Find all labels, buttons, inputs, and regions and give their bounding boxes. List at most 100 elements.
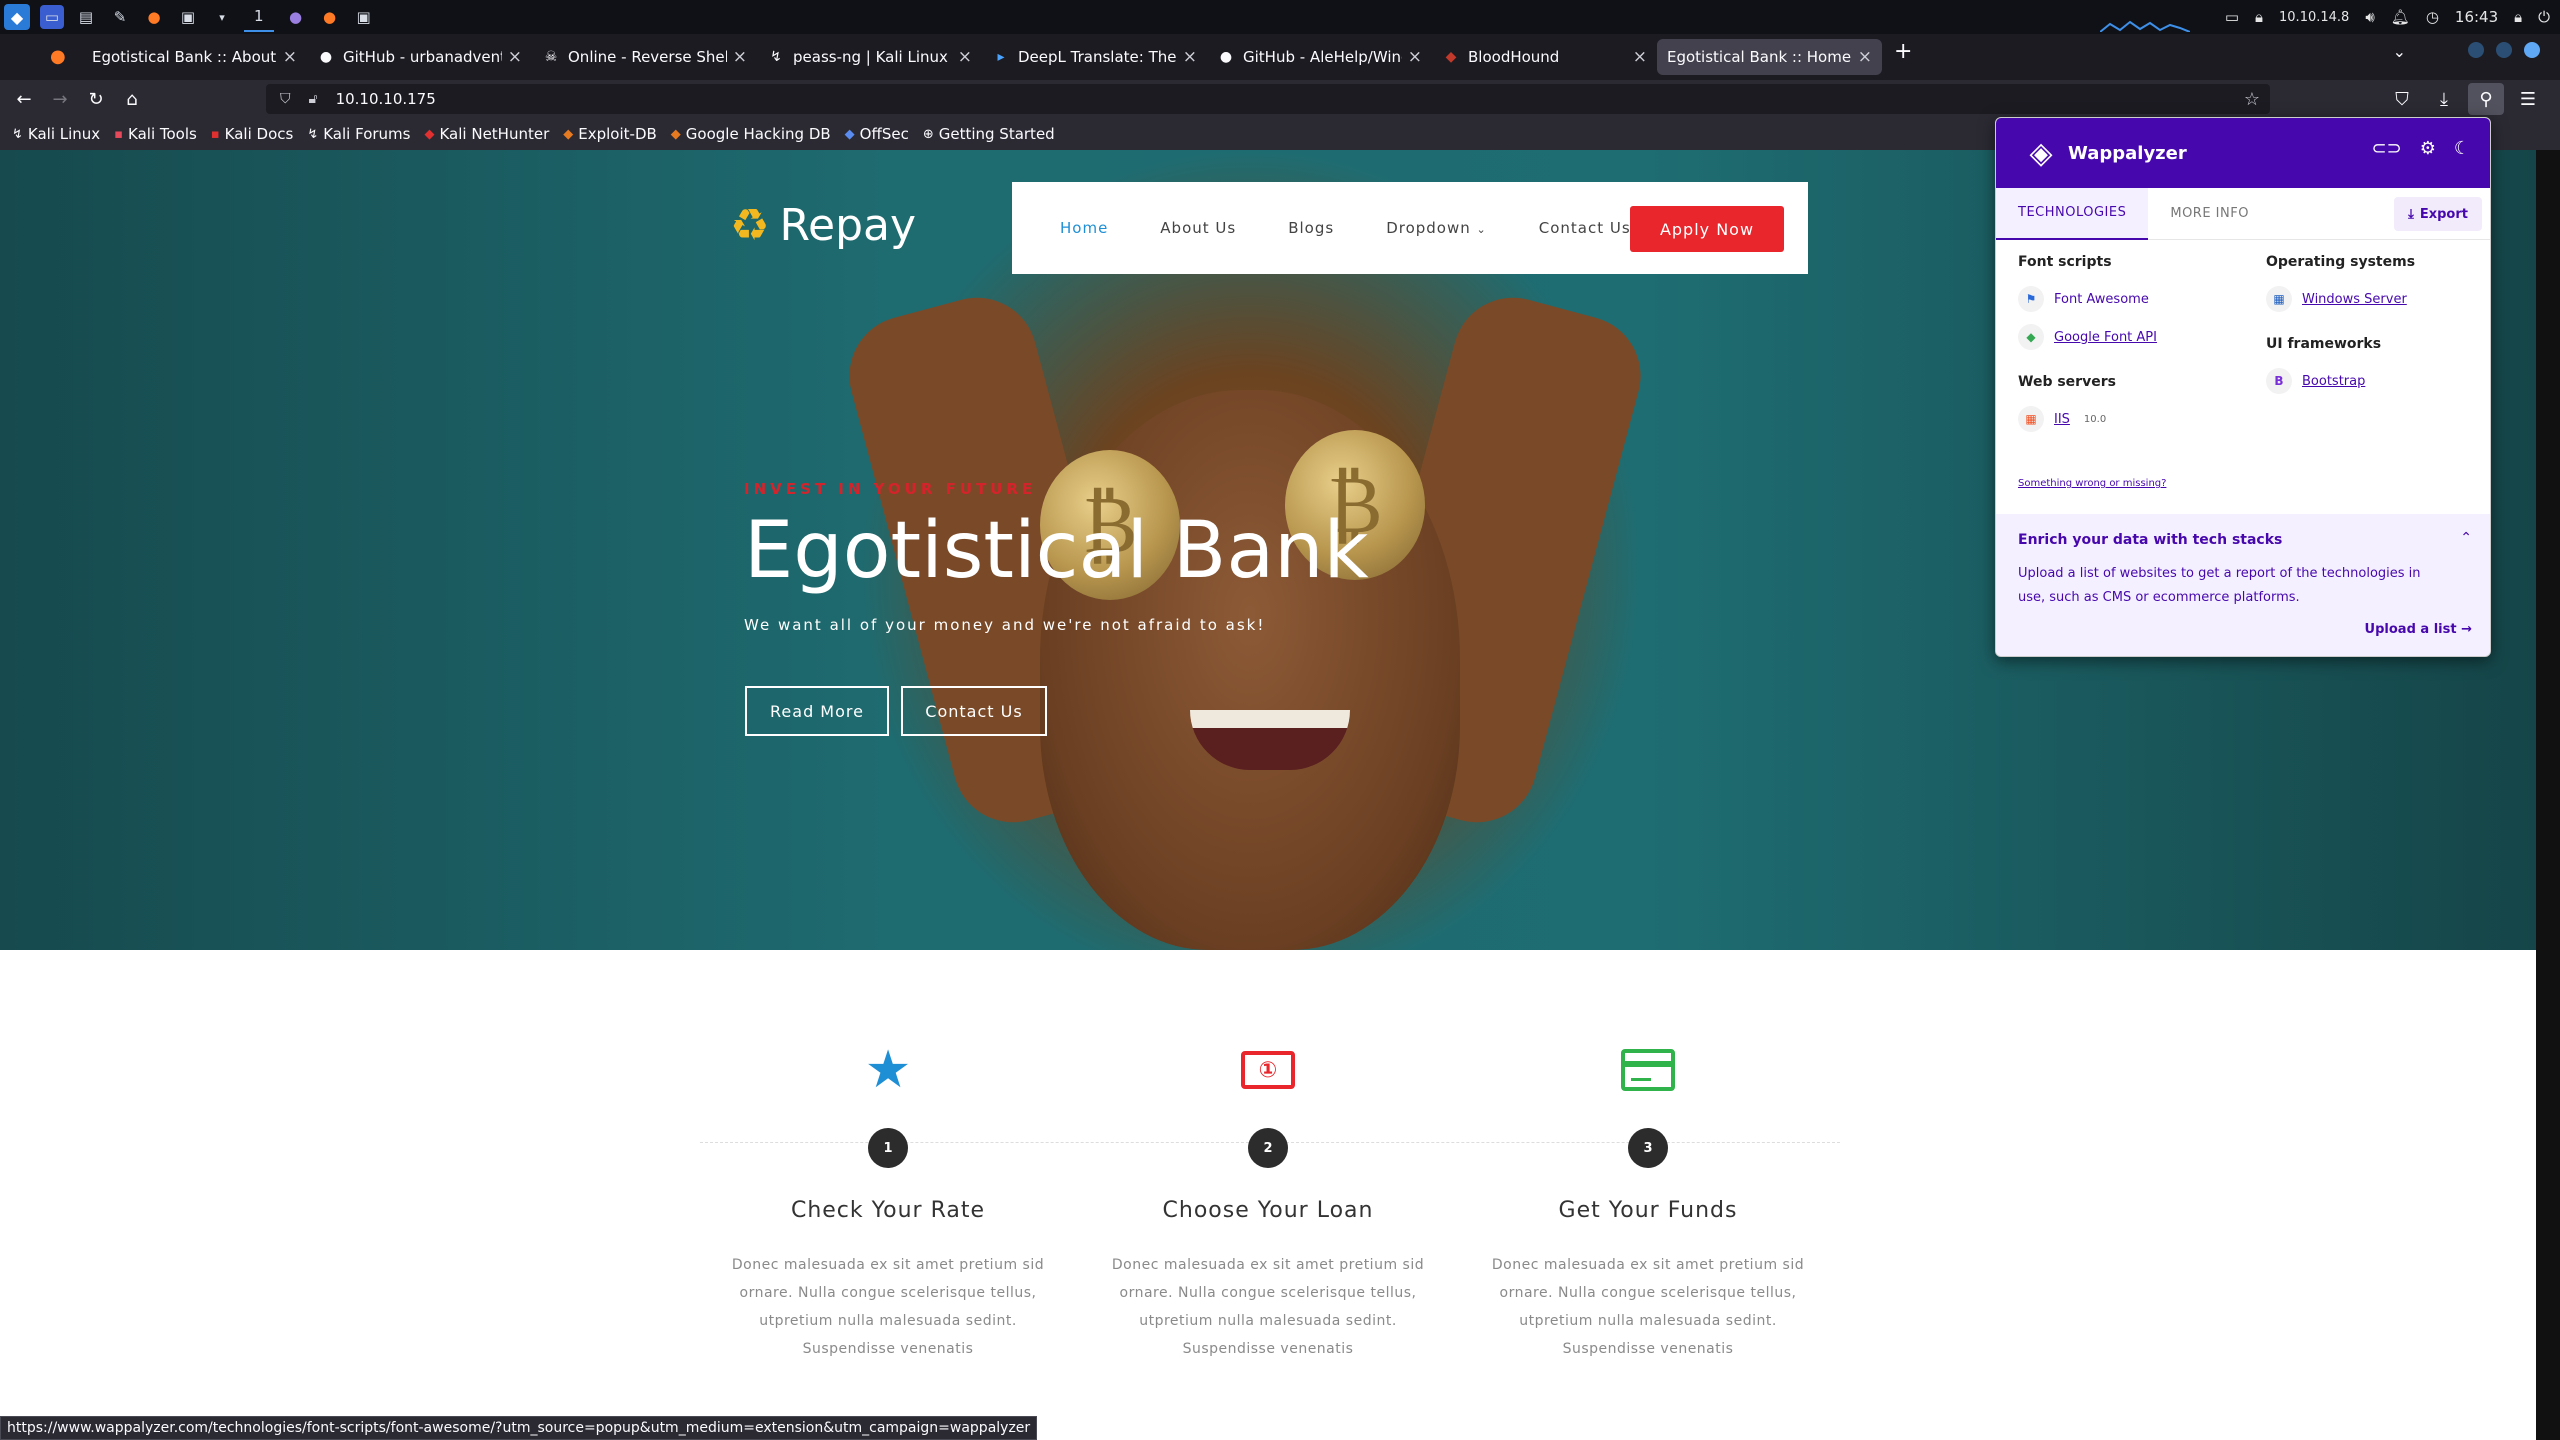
extensions-icon[interactable]: ⚲ [2468,83,2504,115]
tech-font-awesome[interactable]: ⚑ Font Awesome [2018,280,2157,318]
tab-github-alehelp[interactable]: ● GitHub - AleHelp/Window × [1207,39,1432,75]
tech-bootstrap[interactable]: B Bootstrap [2266,362,2415,400]
firefox-launcher-icon[interactable]: ● [142,5,166,29]
kali-icon: ↯ [307,126,319,142]
kali-icon: ↯ [770,49,782,65]
read-more-button[interactable]: Read More [745,686,889,736]
minimize-button[interactable] [2468,42,2484,58]
text-editor-icon[interactable]: ✎ [108,5,132,29]
new-tab-button[interactable]: + [1894,39,1912,75]
url-text[interactable]: 10.10.10.175 [336,90,436,108]
category-label: Operating systems [2266,254,2416,270]
tech-column-right: Operating systems ▦ Windows Server UI fra… [2266,254,2415,418]
close-tab-icon[interactable]: × [1633,47,1647,67]
home-button[interactable]: ⌂ [114,83,150,115]
power-icon[interactable]: ⏻ [2538,8,2550,26]
site-logo[interactable]: ♻ Repay [730,200,916,251]
close-tab-icon[interactable]: × [1858,47,1872,67]
downloads-icon[interactable]: ⤓ [2426,83,2462,115]
notification-bell-icon[interactable]: 🔔︎ [2391,8,2410,26]
page-scrollbar[interactable] [2536,150,2560,1440]
bookmark-label: Kali NetHunter [439,125,550,143]
close-tab-icon[interactable]: × [1408,47,1422,67]
hamburger-menu-icon[interactable]: ☰ [2510,83,2546,115]
bookmark-google-hacking-db[interactable]: ◆ Google Hacking DB [671,125,831,143]
firefox-view-icon[interactable]: ● [50,46,66,67]
toggle-icon[interactable]: ⊂⊃ [2372,138,2402,159]
tab-egotistical-home[interactable]: Egotistical Bank :: Home × [1657,39,1882,75]
step-title: Get Your Funds [1558,1198,1738,1223]
tab-technologies[interactable]: TECHNOLOGIES [1996,187,2149,240]
close-tab-icon[interactable]: × [283,47,297,67]
back-button[interactable]: ← [6,83,42,115]
credit-card-icon [1478,1040,1818,1100]
bookmark-kali-tools[interactable]: ▪ Kali Tools [114,125,197,143]
something-wrong-link[interactable]: Something wrong or missing? [2018,478,2166,489]
close-tab-icon[interactable]: × [1183,47,1197,67]
file-manager-icon[interactable]: ▤ [74,5,98,29]
close-window-button[interactable] [2524,42,2540,58]
maximize-button[interactable] [2496,42,2512,58]
recycle-icon: ♻ [730,200,770,251]
nav-dropdown[interactable]: Dropdown ⌄ [1386,219,1487,237]
lock-screen-icon[interactable]: 🔒︎ [2514,8,2522,26]
bookmark-kali-nethunter[interactable]: ◆ Kali NetHunter [424,125,549,143]
bookmark-offsec[interactable]: ◆ OffSec [845,125,909,143]
bookmark-getting-started[interactable]: ⊕ Getting Started [923,125,1055,143]
windows-icon: ▦ [2266,286,2292,312]
chevron-down-icon[interactable]: ▾ [210,5,234,29]
chevron-up-icon[interactable]: ⌃ [2460,530,2472,546]
workspace-1[interactable]: 1 [244,2,274,32]
forward-button[interactable]: → [42,83,78,115]
terminal-window-icon-2[interactable]: ▣ [352,5,376,29]
export-button[interactable]: ⤓ Export [2394,197,2482,231]
step-description: Donec malesuada ex sit amet pretium sid … [1111,1257,1425,1357]
apply-now-button[interactable]: Apply Now [1630,206,1784,252]
terminal-window-icon[interactable]: ▭ [40,5,64,29]
shield-icon[interactable]: ⛉ [280,91,291,107]
bookmark-star-icon[interactable]: ☆ [2244,89,2260,110]
tab-bloodhound[interactable]: ◆ BloodHound × [1432,39,1657,75]
tab-deepl[interactable]: ▸ DeepL Translate: The wor × [982,39,1207,75]
pocket-icon[interactable]: ⛉ [2384,83,2420,115]
tech-iis[interactable]: ▦ IIS 10.0 [2018,400,2157,438]
terminal-launcher-icon[interactable]: ▣ [176,5,200,29]
kali-tools-icon: ▪ [114,126,124,142]
tech-google-font-api[interactable]: ◆ Google Font API [2018,318,2157,356]
url-bar[interactable]: ⛉ 🔓︎ 10.10.10.175 ☆ [266,84,2270,114]
nav-dropdown-label: Dropdown [1386,219,1471,237]
nav-about-us[interactable]: About Us [1160,219,1236,237]
bookmark-kali-forums[interactable]: ↯ Kali Forums [307,125,410,143]
volume-icon[interactable]: 🔊︎ [2365,8,2374,26]
bookmark-exploit-db[interactable]: ◆ Exploit-DB [563,125,657,143]
insecure-lock-icon[interactable]: 🔓︎ [309,91,318,107]
step-description: Donec malesuada ex sit amet pretium sid … [1491,1257,1805,1357]
tab-egotistical-about[interactable]: Egotistical Bank :: About × [82,39,307,75]
window-list-icon[interactable]: ▭ [2225,8,2239,26]
nav-blogs[interactable]: Blogs [1288,219,1334,237]
nav-contact-us[interactable]: Contact Us [1539,219,1631,237]
list-all-tabs-icon[interactable]: ⌄ [2393,42,2406,61]
close-tab-icon[interactable]: × [508,47,522,67]
reload-button[interactable]: ↻ [78,83,114,115]
close-tab-icon[interactable]: × [733,47,747,67]
contact-us-button[interactable]: Contact Us [901,686,1047,736]
tab-more-info[interactable]: MORE INFO [2148,188,2271,240]
tech-windows-server[interactable]: ▦ Windows Server [2266,280,2415,318]
firefox-window-icon[interactable]: ● [318,5,342,29]
tab-github-urbanadventurer[interactable]: ● GitHub - urbanadventurer × [307,39,532,75]
nav-home[interactable]: Home [1060,219,1108,237]
kali-menu-icon[interactable]: ◆ [4,4,30,30]
app-window-icon[interactable]: ● [284,5,308,29]
tab-peass-ng[interactable]: ↯ peass-ng | Kali Linux Tool × [757,39,982,75]
upload-list-link[interactable]: Upload a list → [2365,622,2472,637]
tab-reverse-shell[interactable]: ☠ Online - Reverse Shell Ge × [532,39,757,75]
close-tab-icon[interactable]: × [958,47,972,67]
vpn-lock-icon[interactable]: 🔒︎ [2255,8,2263,26]
gear-icon[interactable]: ⚙ [2420,138,2436,159]
dark-mode-icon[interactable]: ☾ [2454,138,2470,159]
github-icon: ● [319,49,333,65]
category-font-scripts: Font scripts ⚑ Font Awesome ◆ Google Font … [2018,254,2157,356]
bookmark-kali-linux[interactable]: ↯ Kali Linux [12,125,100,143]
bookmark-kali-docs[interactable]: ▪ Kali Docs [211,125,293,143]
